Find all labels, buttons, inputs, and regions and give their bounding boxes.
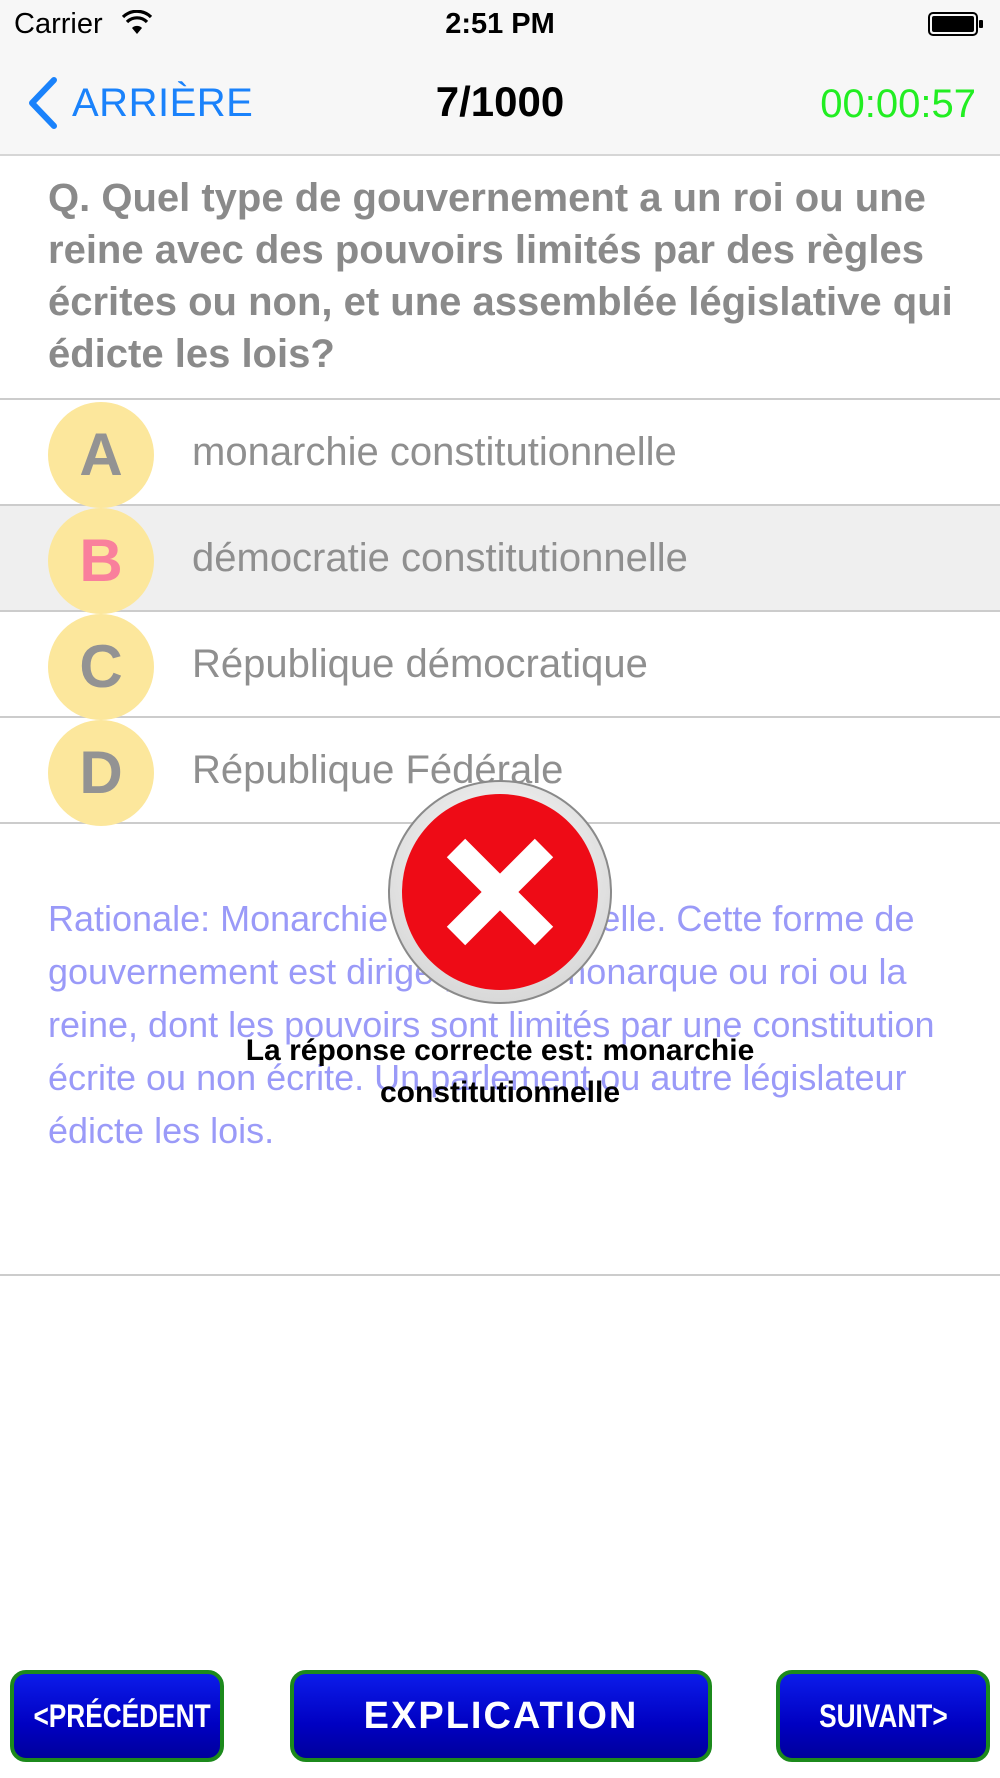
option-text: République démocratique	[192, 642, 648, 686]
previous-label: <PRÉCÉDENT	[33, 1698, 211, 1734]
option-badge-a: A	[48, 402, 154, 508]
quiz-timer: 00:00:57	[820, 82, 976, 126]
battery-icon	[928, 12, 983, 36]
wrong-x-icon	[388, 780, 612, 1004]
next-button[interactable]: SUIVANT>	[776, 1670, 990, 1762]
option-badge-c: C	[48, 614, 154, 720]
explanation-button[interactable]: EXPLICATION	[290, 1670, 712, 1762]
divider	[0, 1274, 1000, 1276]
status-time: 2:51 PM	[445, 8, 555, 40]
previous-button[interactable]: <PRÉCÉDENT	[10, 1670, 224, 1762]
option-badge-b: B	[48, 508, 154, 614]
option-text: démocratie constitutionnelle	[192, 536, 688, 580]
correct-answer-message: La réponse correcte est: monarchie const…	[245, 1034, 755, 1109]
explanation-label: EXPLICATION	[363, 1695, 639, 1737]
option-text: monarchie constitutionnelle	[192, 430, 677, 474]
next-label: SUIVANT>	[818, 1698, 948, 1734]
question-text: Q. Quel type de gouvernement a un roi ou…	[48, 176, 953, 376]
nav-bar: ARRIÈRE 7/1000 00:00:57	[0, 50, 1000, 156]
option-badge-d: D	[48, 720, 154, 826]
status-bar: Carrier 2:51 PM	[0, 0, 1000, 50]
